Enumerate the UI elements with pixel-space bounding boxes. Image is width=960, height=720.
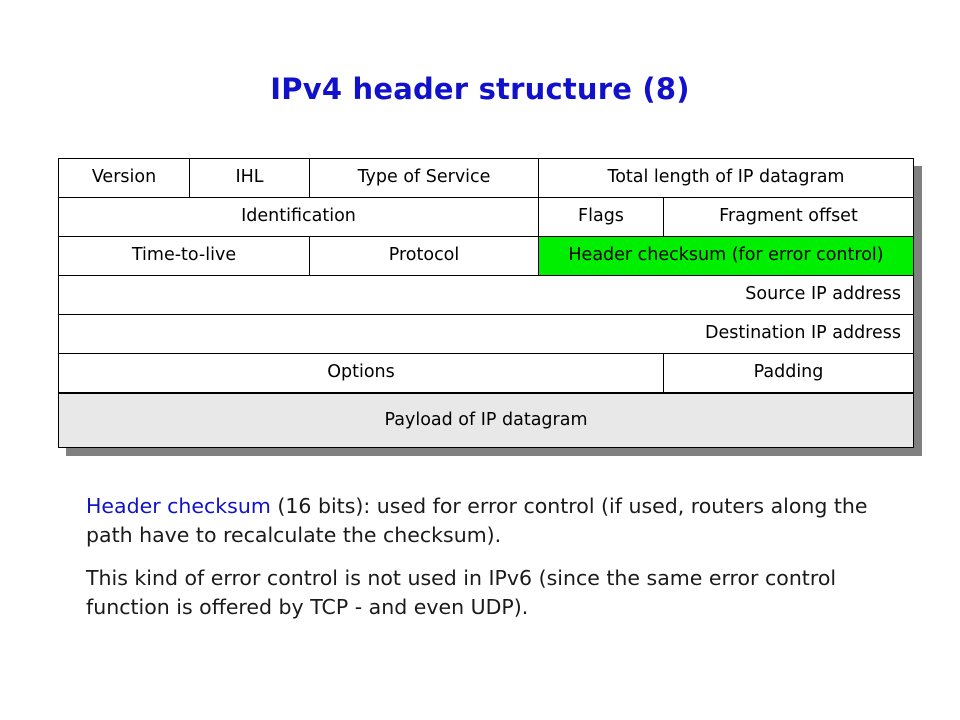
- ipv4-header-table: Version IHL Type of Service Total length…: [58, 158, 914, 448]
- table-row: Destination IP address: [58, 314, 914, 354]
- field-header-checksum: Header checksum (for error control): [538, 236, 914, 276]
- field-time-to-live: Time-to-live: [58, 236, 310, 276]
- table-row: Source IP address: [58, 275, 914, 315]
- page-title: IPv4 header structure (8): [270, 72, 690, 106]
- field-fragment-offset: Fragment offset: [663, 197, 914, 237]
- slide-body-text: Header checksum (16 bits): used for erro…: [86, 492, 896, 636]
- field-ihl: IHL: [189, 158, 310, 198]
- table-row: Version IHL Type of Service Total length…: [58, 158, 914, 198]
- field-total-length: Total length of IP datagram: [538, 158, 914, 198]
- field-payload: Payload of IP datagram: [58, 391, 914, 448]
- field-identification: Identification: [58, 197, 539, 237]
- ipv4-header-diagram: Version IHL Type of Service Total length…: [58, 158, 922, 456]
- field-padding: Padding: [663, 353, 914, 393]
- table-row: Time-to-live Protocol Header checksum (f…: [58, 236, 914, 276]
- header-checksum-highlight: Header checksum: [86, 494, 271, 518]
- field-protocol: Protocol: [309, 236, 539, 276]
- body-paragraph-2: This kind of error control is not used i…: [86, 566, 837, 620]
- table-row: Options Padding: [58, 353, 914, 393]
- field-source-ip-address: Source IP address: [58, 275, 914, 315]
- table-row: Payload of IP datagram: [58, 391, 914, 448]
- table-row: Identification Flags Fragment offset: [58, 197, 914, 237]
- field-version: Version: [58, 158, 190, 198]
- field-flags: Flags: [538, 197, 664, 237]
- field-destination-ip-address: Destination IP address: [58, 314, 914, 354]
- field-options: Options: [58, 353, 664, 393]
- body-paragraph-1: Header checksum (16 bits): used for erro…: [86, 492, 896, 550]
- field-type-of-service: Type of Service: [309, 158, 539, 198]
